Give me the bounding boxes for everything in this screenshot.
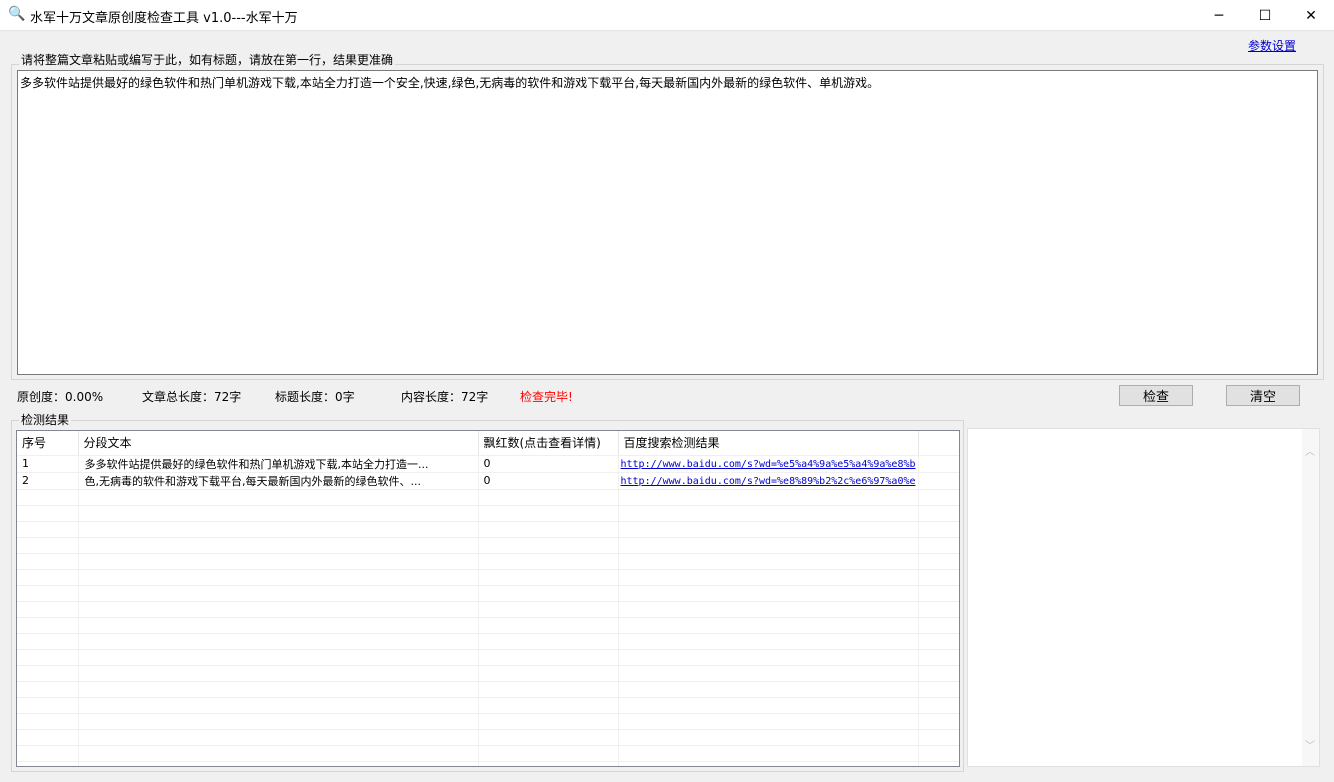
check-button[interactable]: 检查 — [1119, 385, 1193, 406]
grid-header: 序号 分段文本 飘红数(点击查看详情) 百度搜索检测结果 — [17, 431, 959, 456]
column-header-index[interactable]: 序号 — [17, 431, 79, 456]
empty-row — [17, 761, 959, 766]
scroll-up-icon[interactable]: ︿ — [1305, 443, 1315, 458]
window-title: 水军十万文章原创度检查工具 v1.0---水军十万 — [30, 11, 298, 26]
empty-row — [17, 553, 959, 570]
clear-button[interactable]: 清空 — [1226, 385, 1300, 406]
empty-row — [17, 681, 959, 698]
results-group-label: 检测结果 — [19, 411, 72, 428]
cell-red-count[interactable]: 0 — [478, 472, 619, 490]
column-header-baidu-result[interactable]: 百度搜索检测结果 — [618, 431, 919, 456]
table-row[interactable]: 1 多多软件站提供最好的绿色软件和热门单机游戏下载,本站全力打造一... 0 h… — [17, 455, 959, 473]
empty-row — [17, 505, 959, 522]
vertical-scrollbar[interactable]: ︿ ﹀ — [1302, 429, 1319, 766]
article-textarea[interactable]: 多多软件站提供最好的绿色软件和热门单机游戏下载,本站全力打造一个安全,快速,绿色… — [17, 70, 1318, 375]
cell-index: 1 — [17, 455, 79, 473]
empty-row — [17, 569, 959, 586]
empty-row — [17, 585, 959, 602]
settings-link[interactable]: 参数设置 — [1248, 37, 1296, 54]
empty-row — [17, 537, 959, 554]
empty-row — [17, 729, 959, 746]
scroll-down-icon[interactable]: ﹀ — [1305, 737, 1315, 752]
title-length-label: 标题长度：0字 — [275, 390, 355, 404]
maximize-button[interactable]: ☐ — [1242, 0, 1288, 31]
content-length-label: 内容长度：72字 — [401, 390, 489, 404]
cell-index: 2 — [17, 472, 79, 490]
column-header-empty — [918, 431, 959, 456]
column-header-text[interactable]: 分段文本 — [78, 431, 479, 456]
status-message: 检查完毕! — [520, 390, 573, 404]
baidu-link[interactable]: http://www.baidu.com/s?wd=%e8%89%b2%2c%e… — [621, 476, 916, 487]
empty-row — [17, 697, 959, 714]
detail-panel[interactable]: ︿ ﹀ — [967, 428, 1320, 767]
empty-row — [17, 649, 959, 666]
empty-row — [17, 489, 959, 506]
empty-row — [17, 521, 959, 538]
originality-label: 原创度：0.00% — [17, 390, 104, 404]
empty-row — [17, 713, 959, 730]
cell-text: 多多软件站提供最好的绿色软件和热门单机游戏下载,本站全力打造一... — [78, 455, 479, 473]
table-row[interactable]: 2 色,无病毒的软件和游戏下载平台,每天最新国内外最新的绿色软件、... 0 h… — [17, 472, 959, 490]
cell-red-count[interactable]: 0 — [478, 455, 619, 473]
close-button[interactable]: ✕ — [1288, 0, 1334, 31]
input-group-label: 请将整篇文章粘贴或编写于此，如有标题，请放在第一行，结果更准确 — [19, 51, 396, 68]
minimize-button[interactable]: ─ — [1196, 0, 1242, 31]
empty-row — [17, 745, 959, 762]
cell-text: 色,无病毒的软件和游戏下载平台,每天最新国内外最新的绿色软件、... — [78, 472, 479, 490]
empty-row — [17, 665, 959, 682]
title-bar: 🔍 水军十万文章原创度检查工具 v1.0---水军十万 ─ ☐ ✕ — [0, 0, 1334, 31]
empty-row — [17, 601, 959, 618]
empty-row — [17, 633, 959, 650]
results-grid[interactable]: 序号 分段文本 飘红数(点击查看详情) 百度搜索检测结果 1 多多软件站提供最好… — [16, 430, 960, 767]
empty-row — [17, 617, 959, 634]
column-header-red-count[interactable]: 飘红数(点击查看详情) — [478, 431, 619, 456]
baidu-link[interactable]: http://www.baidu.com/s?wd=%e5%a4%9a%e5%a… — [621, 459, 916, 470]
total-length-label: 文章总长度：72字 — [142, 390, 242, 404]
magnifier-icon: 🔍 — [8, 6, 26, 22]
